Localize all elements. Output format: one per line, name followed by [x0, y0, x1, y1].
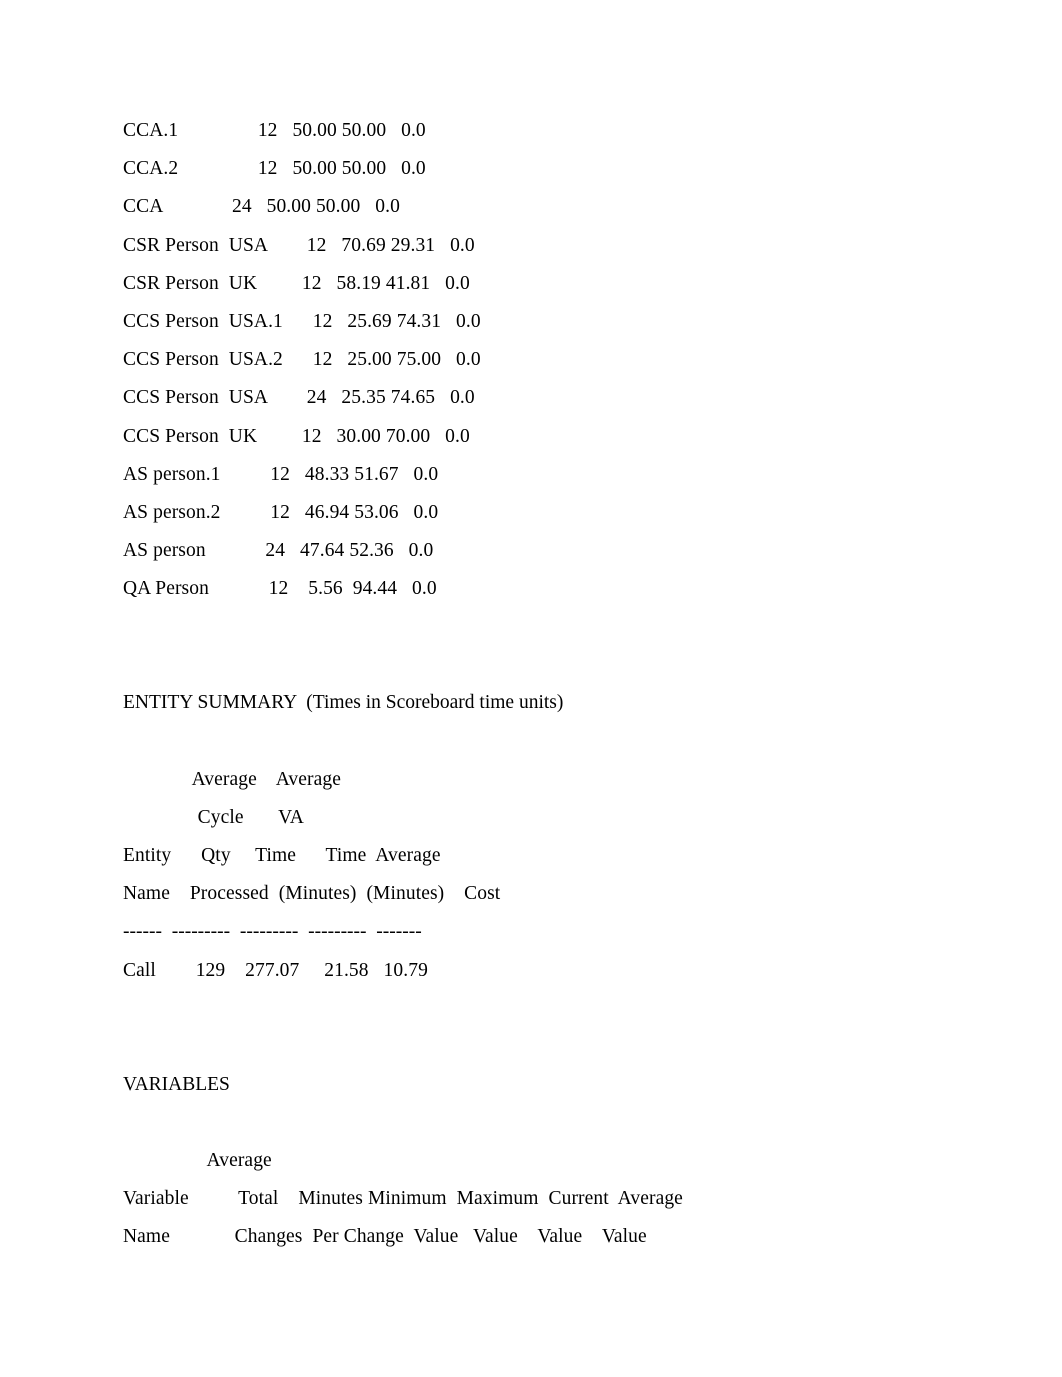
variables-header-row: Average [123, 1149, 272, 1171]
table-row: CSR Person UK 12 58.19 41.81 0.0 [123, 272, 470, 294]
table-row: CCS Person USA.1 12 25.69 74.31 0.0 [123, 310, 481, 332]
entity-summary-header-row: Entity Qty Time Time Average [123, 845, 441, 866]
entity-summary-header-row: Name Processed (Minutes) (Minutes) Cost [123, 883, 501, 905]
table-row: QA Person 12 5.56 94.44 0.0 [123, 578, 437, 600]
variables-header-row: Name Changes Per Change Value Value Valu… [123, 1226, 647, 1248]
table-row: AS person 24 47.64 52.36 0.0 [123, 540, 434, 562]
table-row: Call 129 277.07 21.58 10.79 [123, 959, 428, 981]
document-page: CCA.1 12 50.00 50.00 0.0 CCA.2 12 50.00 … [0, 0, 1062, 1377]
table-row: CCA 24 50.00 50.00 0.0 [123, 196, 400, 218]
table-row: CCS Person USA 24 25.35 74.65 0.0 [123, 387, 475, 409]
resource-rows-block: CCA.1 12 50.00 50.00 0.0 CCA.2 12 50.00 … [123, 112, 953, 608]
table-row: CCS Person UK 12 30.00 70.00 0.0 [123, 425, 470, 447]
entity-summary-rule: ------ --------- --------- --------- ---… [123, 921, 422, 943]
entity-summary-title: ENTITY SUMMARY (Times in Scoreboard time… [123, 692, 564, 714]
table-row: CCA.1 12 50.00 50.00 0.0 [123, 120, 426, 141]
variables-title: VARIABLES [123, 1073, 230, 1095]
table-row: AS person.1 12 48.33 51.67 0.0 [123, 463, 439, 485]
table-row: CCS Person USA.2 12 25.00 75.00 0.0 [123, 349, 481, 371]
table-row: CCA.2 12 50.00 50.00 0.0 [123, 158, 426, 180]
table-row: AS person.2 12 46.94 53.06 0.0 [123, 501, 439, 523]
entity-summary-section: ENTITY SUMMARY (Times in Scoreboard time… [123, 684, 953, 989]
entity-summary-header-row: Average Average [123, 768, 341, 790]
table-row: CSR Person USA 12 70.69 29.31 0.0 [123, 234, 475, 256]
variables-section: VARIABLES Average Variable Total Minutes… [123, 1066, 953, 1257]
document-body: CCA.1 12 50.00 50.00 0.0 CCA.2 12 50.00 … [123, 112, 953, 1257]
entity-summary-header-row: Cycle VA [123, 806, 304, 828]
variables-header-row: Variable Total Minutes Minimum Maximum C… [123, 1188, 683, 1210]
